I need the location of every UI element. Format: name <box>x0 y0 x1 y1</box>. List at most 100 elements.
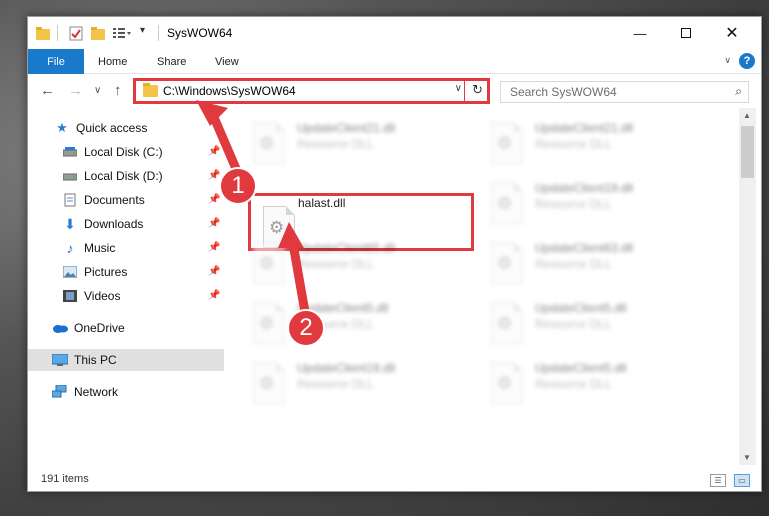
navigation-bar: ← → ∨ ↑ C:\Windows\SysWOW64 ∨ ↻ Search S… <box>28 74 761 108</box>
chevron-down-icon[interactable]: ∨ <box>455 83 462 94</box>
file-item[interactable]: ⚙ UpdateClient5.dll Resource DLL <box>487 296 717 352</box>
computer-icon <box>52 353 68 367</box>
help-button[interactable]: ? <box>739 53 755 69</box>
gear-icon: ⚙ <box>259 134 275 153</box>
downloads-icon: ⬇ <box>64 215 76 232</box>
navigation-pane: ★ Quick access Local Disk (C:) 📌 Local D… <box>28 113 224 463</box>
new-folder-icon[interactable] <box>91 25 105 41</box>
sidebar-item-local-disk-c[interactable]: Local Disk (C:) <box>62 141 163 163</box>
videos-icon <box>62 289 78 303</box>
refresh-icon: ↻ <box>472 82 483 97</box>
toolbar-divider <box>57 25 58 41</box>
scroll-down-icon[interactable]: ▼ <box>743 453 751 462</box>
folder-icon <box>143 83 158 97</box>
tab-file[interactable]: File <box>28 49 84 74</box>
sidebar-item-music[interactable]: ♪ Music <box>62 237 116 259</box>
sidebar-item-quick-access[interactable]: ★ Quick access <box>54 117 147 139</box>
pin-icon: 📌 <box>208 242 221 253</box>
expand-ribbon-icon[interactable]: ∨ <box>724 55 731 66</box>
file-item[interactable]: ⚙ UpdateClient21.dll Resource DLL <box>487 116 717 172</box>
recent-locations-button[interactable]: ∨ <box>94 85 101 96</box>
music-icon: ♪ <box>66 240 74 256</box>
gear-icon: ⚙ <box>497 134 513 153</box>
file-type: Resource DLL <box>297 377 374 391</box>
address-divider <box>464 81 465 101</box>
file-name: UpdateClient5.dll <box>535 301 627 315</box>
file-item[interactable]: ⚙ UpdateClient5.dll Resource DLL <box>487 356 717 412</box>
file-item[interactable]: ⚙ UpdateClient21.dll Resource DLL <box>249 116 479 172</box>
arrow-up-icon: ↑ <box>114 82 122 99</box>
file-item[interactable]: ⚙ UpdateClient19.dll Resource DLL <box>249 356 479 412</box>
scroll-up-icon[interactable]: ▲ <box>743 111 751 120</box>
item-count: 191 items <box>41 473 89 485</box>
file-name: UpdateClient19.dll <box>535 181 634 195</box>
vertical-scrollbar[interactable]: ▲ ▼ <box>739 108 756 465</box>
file-name: UpdateClient5.dll <box>535 361 627 375</box>
chevron-down-icon[interactable]: ▾ <box>140 25 150 41</box>
file-name: UpdateClient21.dll <box>535 121 634 135</box>
refresh-button[interactable]: ↻ <box>472 82 483 98</box>
documents-icon <box>62 193 78 207</box>
gear-icon: ⚙ <box>259 254 275 273</box>
search-input[interactable]: Search SysWOW64 ⌕ <box>500 81 749 103</box>
file-name: UpdateClient19.dll <box>297 361 396 375</box>
sidebar-item-label: Quick access <box>76 121 148 135</box>
maximize-button[interactable] <box>663 17 709 49</box>
pin-icon: 📌 <box>208 290 221 301</box>
gear-icon: ⚙ <box>497 254 513 273</box>
sidebar-item-downloads[interactable]: ⬇ Downloads <box>62 213 143 235</box>
gear-icon: ⚙ <box>497 194 513 213</box>
search-icon: ⌕ <box>735 84 742 98</box>
sidebar-item-pictures[interactable]: Pictures <box>62 261 127 283</box>
file-item[interactable]: ⚙ UpdateClient19.dll Resource DLL <box>487 176 717 232</box>
chevron-down-icon: ∨ <box>94 85 102 96</box>
file-name: UpdateClient65.dll <box>297 241 396 255</box>
file-item[interactable]: ⚙ UpdateClient5.dll Resource DLL <box>249 296 479 352</box>
file-type: Resource DLL <box>535 317 612 331</box>
tab-home[interactable]: Home <box>98 49 127 74</box>
sidebar-item-label: This PC <box>74 353 117 367</box>
up-button[interactable]: ↑ <box>114 82 122 99</box>
pin-icon: 📌 <box>208 146 221 157</box>
arrow-right-icon: → <box>68 82 83 99</box>
status-bar: 191 items ☰ ▭ <box>28 469 761 491</box>
sidebar-item-this-pc[interactable]: This PC <box>28 349 224 371</box>
folder-icon[interactable] <box>36 25 50 41</box>
search-placeholder: Search SysWOW64 <box>510 85 617 99</box>
file-type: Resource DLL <box>535 137 612 151</box>
tab-share[interactable]: Share <box>157 49 186 74</box>
address-path[interactable]: C:\Windows\SysWOW64 <box>163 84 296 98</box>
tab-view[interactable]: View <box>215 49 239 74</box>
sidebar-item-onedrive[interactable]: OneDrive <box>52 317 125 339</box>
sidebar-item-label: Network <box>74 385 119 399</box>
drive-icon <box>62 169 78 183</box>
sidebar-item-label: Videos <box>84 289 121 303</box>
file-type: Resource DLL <box>535 197 612 211</box>
large-icons-view-icon[interactable]: ▭ <box>734 474 750 487</box>
sidebar-item-network[interactable]: Network <box>52 381 118 403</box>
step-badge-2: 2 <box>287 309 325 347</box>
close-button[interactable]: ✕ <box>709 17 755 49</box>
gear-icon: ⚙ <box>259 374 275 393</box>
ribbon: File Home Share View ∨ ? <box>28 49 761 74</box>
properties-icon[interactable] <box>69 25 83 41</box>
file-item[interactable]: ⚙ UpdateClient65.dll Resource DLL <box>249 236 479 292</box>
address-bar[interactable]: C:\Windows\SysWOW64 ∨ ↻ <box>133 78 490 104</box>
sidebar-item-videos[interactable]: Videos <box>62 285 120 307</box>
sidebar-item-local-disk-d[interactable]: Local Disk (D:) <box>62 165 163 187</box>
details-view-icon[interactable]: ☰ <box>710 474 726 487</box>
customize-icon[interactable] <box>112 25 132 41</box>
sidebar-item-label: OneDrive <box>74 321 125 335</box>
file-explorer-window: ▾ SysWOW64 — ✕ File Home Share View ∨ ? … <box>27 16 762 492</box>
gear-icon: ⚙ <box>497 374 513 393</box>
forward-button[interactable]: → <box>68 82 83 99</box>
scroll-thumb[interactable] <box>741 126 754 178</box>
cloud-icon <box>52 321 68 335</box>
back-button[interactable]: ← <box>40 82 55 99</box>
arrow-left-icon: ← <box>40 82 55 99</box>
minimize-button[interactable]: — <box>617 17 663 49</box>
file-name: UpdateClient63.dll <box>535 241 634 255</box>
file-item[interactable]: ⚙ UpdateClient63.dll Resource DLL <box>487 236 717 292</box>
sidebar-item-label: Documents <box>84 193 145 207</box>
sidebar-item-documents[interactable]: Documents <box>62 189 145 211</box>
